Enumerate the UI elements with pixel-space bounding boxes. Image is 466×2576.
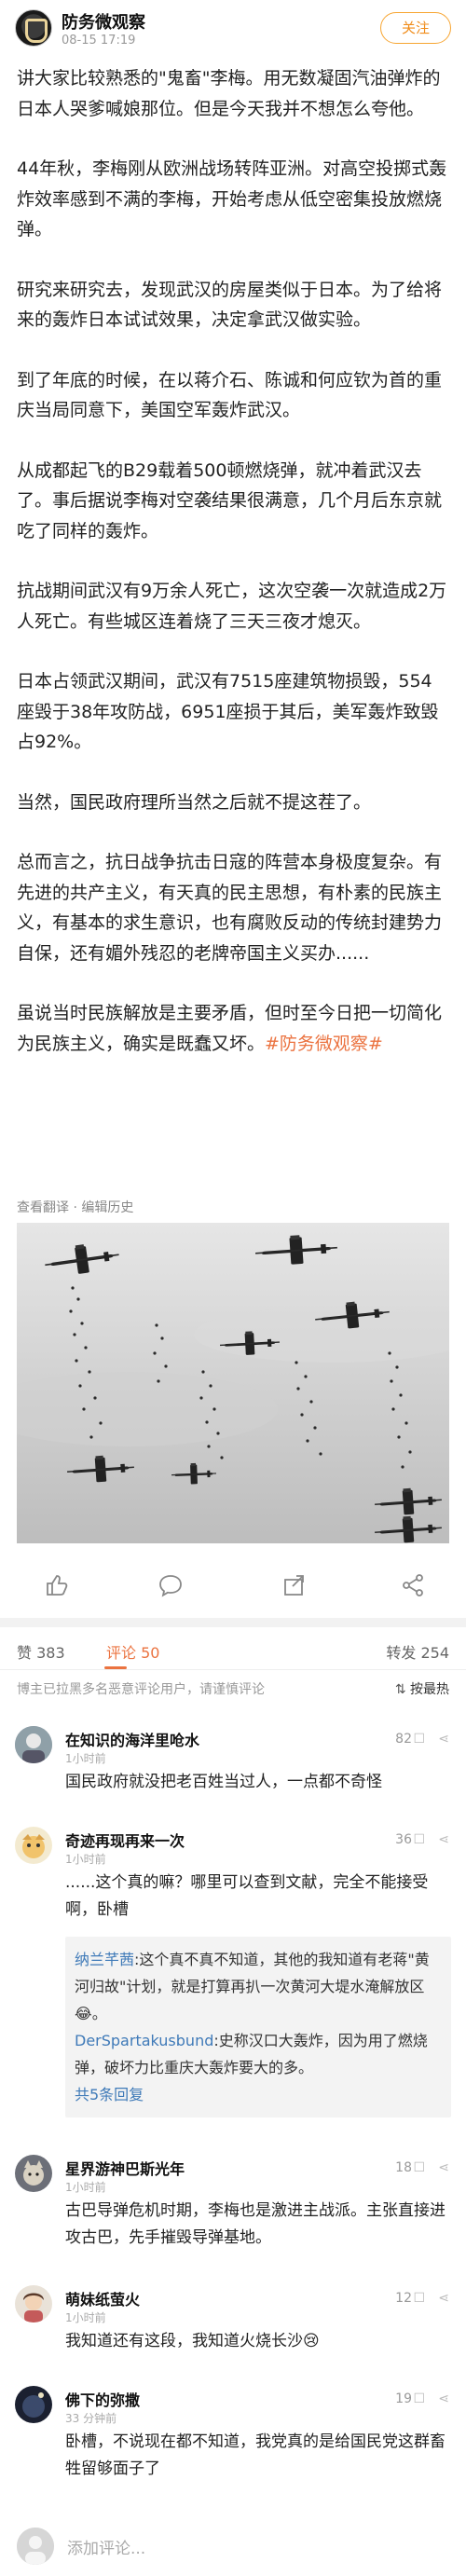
post-photo[interactable] bbox=[17, 1223, 449, 1543]
comment-like-count[interactable]: 19 bbox=[395, 2391, 412, 2406]
comment-like-icon[interactable]: ☐ bbox=[413, 2391, 425, 2406]
reply-box[interactable]: 纳兰芊茜:这个真不真不知道，其他的我知道有老蒋"黄河归故"计划，就是打算再扒一次… bbox=[65, 1937, 451, 2117]
comment-time: 1小时前 bbox=[65, 2311, 106, 2324]
comment-icon[interactable] bbox=[157, 1571, 185, 1599]
comment-text: 国民政府就没把老百姓当过人，一点都不奇怪 bbox=[65, 1773, 382, 1791]
commenter-avatar[interactable] bbox=[15, 1726, 52, 1763]
comment-like-count[interactable]: 36 bbox=[395, 1832, 412, 1847]
author-avatar[interactable] bbox=[15, 9, 52, 47]
avatar-illustration bbox=[15, 2155, 52, 2192]
avatar-illustration bbox=[15, 1827, 52, 1864]
post-body: 讲大家比较熟悉的"鬼畜"李梅。用无数凝固汽油弹炸的日本人哭爹喊娘那位。但是今天我… bbox=[17, 63, 449, 1059]
share-icon[interactable] bbox=[399, 1571, 427, 1599]
commenter-avatar[interactable] bbox=[15, 2285, 52, 2323]
likes-count: 383 bbox=[36, 1644, 65, 1662]
reply-author[interactable]: DerSpartakusbund bbox=[75, 2032, 213, 2049]
comments-tab[interactable]: 评论 50 bbox=[106, 1640, 159, 1663]
comment-like-count[interactable]: 12 bbox=[395, 2291, 412, 2306]
post-time: 08-15 17:19 bbox=[62, 34, 136, 48]
post-paragraph: 总而言之，抗日战争抗击日寇的阵营本身极度复杂。有先进的共产主义，有天真的民主思想… bbox=[17, 852, 443, 964]
commenter-avatar[interactable] bbox=[15, 2155, 52, 2192]
hashtag-link[interactable]: #防务微观察# bbox=[265, 1034, 383, 1054]
comment-notice: 博主已拉黑多名恶意评论用户，请谨慎评论 bbox=[17, 1682, 265, 1697]
edit-history-link[interactable]: 编辑历史 bbox=[81, 1200, 133, 1215]
bombers-photo-illustration bbox=[17, 1223, 449, 1543]
avatar-illustration bbox=[15, 2386, 52, 2423]
comment-like-icon[interactable]: ☐ bbox=[413, 2160, 425, 2175]
commenter-name[interactable]: 在知识的海洋里呛水 bbox=[65, 1728, 199, 1750]
post-header: 防务微观察 08-15 17:19 关注 bbox=[0, 0, 466, 58]
comments-label: 评论 bbox=[106, 1644, 137, 1662]
sort-selector[interactable]: ⇅ 按最热 bbox=[395, 1679, 449, 1698]
comment-share-icon[interactable]: ⋖ bbox=[438, 2391, 449, 2406]
comment-like-icon[interactable]: ☐ bbox=[413, 1732, 425, 1747]
comment-input[interactable]: 添加评论... bbox=[67, 2535, 145, 2558]
post-meta-links: 查看翻译 · 编辑历史 bbox=[17, 1198, 133, 1216]
likes-tab[interactable]: 赞 383 bbox=[17, 1640, 65, 1663]
post-paragraph: 当然，国民政府理所当然之后就不提这茬了。 bbox=[17, 791, 372, 813]
avatar-illustration bbox=[15, 1726, 52, 1763]
meta-separator: · bbox=[69, 1200, 82, 1215]
comment-time: 1小时前 bbox=[65, 1752, 106, 1765]
commenter-name[interactable]: 奇迹再现再来一次 bbox=[65, 1829, 185, 1851]
more-replies-link[interactable]: 共5条回复 bbox=[75, 2081, 442, 2108]
commenter-avatar[interactable] bbox=[15, 1827, 52, 1864]
comment-share-icon[interactable]: ⋖ bbox=[438, 2291, 449, 2306]
comment-text: 我知道还有这段，我知道火烧长沙😢 bbox=[65, 2332, 320, 2350]
commenter-name[interactable]: 佛下的弥撒 bbox=[65, 2388, 140, 2410]
post-paragraph: 日本占领武汉期间，武汉有7515座建筑物损毁，554座毁于38年攻防战，6951… bbox=[17, 671, 439, 752]
comment-time: 1小时前 bbox=[65, 2181, 106, 2194]
sort-label: 按最热 bbox=[410, 1682, 449, 1697]
reply-author[interactable]: 纳兰芊茜 bbox=[75, 1951, 134, 1968]
post-paragraph: 到了年底的时候，在以蒋介石、陈诚和何应钦为首的重庆当局同意下，美国空军轰炸武汉。 bbox=[17, 369, 443, 421]
comment-share-icon[interactable]: ⋖ bbox=[438, 1832, 449, 1847]
post-paragraph: 从成都起飞的B29载着500顿燃烧弹，就冲着武汉去了。事后据说李梅对空袭结果很满… bbox=[17, 459, 443, 541]
translate-link[interactable]: 查看翻译 bbox=[17, 1200, 69, 1215]
reply-item: DerSpartakusbund:史称汉口大轰炸，因为用了燃烧弹，破坏力比重庆大… bbox=[75, 2027, 442, 2081]
comment-time: 1小时前 bbox=[65, 1853, 106, 1866]
comment-text: 古巴导弹危机时期，李梅也是激进主战派。主张直接进攻古巴，先手摧毁导弹基地。 bbox=[65, 2201, 445, 2247]
active-tab-indicator bbox=[104, 1666, 127, 1669]
commenter-name[interactable]: 星界游神巴斯光年 bbox=[65, 2157, 185, 2179]
avatar-illustration bbox=[15, 2285, 52, 2323]
avatar-illustration bbox=[17, 2528, 54, 2565]
post-paragraph-last: 虽说当时民族解放是主要矛盾，但时至今日把一切简化为民族主义，确实是既蠢又坏。#防… bbox=[17, 998, 449, 1059]
reply-item: 纳兰芊茜:这个真不真不知道，其他的我知道有老蒋"黄河归故"计划，就是打算再扒一次… bbox=[75, 1946, 442, 2027]
likes-label: 赞 bbox=[17, 1644, 33, 1662]
post-paragraph: 讲大家比较熟悉的"鬼畜"李梅。用无数凝固汽油弹炸的日本人哭爹喊娘那位。但是今天我… bbox=[17, 68, 441, 119]
comment-time: 33 分钟前 bbox=[65, 2412, 117, 2425]
comment-text: ......这个真的嘛？哪里可以查到文献，完全不能接受啊，卧槽 bbox=[65, 1873, 429, 1919]
sort-icon: ⇅ bbox=[394, 1682, 406, 1697]
reposts-count: 254 bbox=[420, 1644, 449, 1662]
commenter-name[interactable]: 萌妹纸萤火 bbox=[65, 2287, 140, 2309]
comment-share-icon[interactable]: ⋖ bbox=[438, 2160, 449, 2175]
comment-like-icon[interactable]: ☐ bbox=[413, 1832, 425, 1847]
like-icon[interactable] bbox=[43, 1571, 71, 1599]
commenter-avatar[interactable] bbox=[15, 2386, 52, 2423]
reposts-label: 转发 bbox=[386, 1644, 417, 1662]
post-action-bar bbox=[0, 1553, 466, 1618]
comment-like-icon[interactable]: ☐ bbox=[413, 2291, 425, 2306]
comment-like-count[interactable]: 82 bbox=[395, 1732, 412, 1747]
comments-count: 50 bbox=[141, 1644, 160, 1662]
comment-share-icon[interactable]: ⋖ bbox=[438, 1732, 449, 1747]
repost-icon[interactable] bbox=[280, 1571, 308, 1599]
comment-like-count[interactable]: 18 bbox=[395, 2160, 412, 2175]
post-paragraph: 研究来研究去，发现武汉的房屋类似于日本。为了给将来的轰炸日本试试效果，决定拿武汉… bbox=[17, 279, 443, 331]
post-paragraph: 抗战期间武汉有9万余人死亡，这次空袭一次就造成2万人死亡。有些城区连着烧了三天三… bbox=[17, 581, 447, 632]
author-name[interactable]: 防务微观察 bbox=[62, 9, 145, 34]
stats-tabs: 赞 383 评论 50 转发 254 bbox=[0, 1627, 466, 1670]
section-divider bbox=[0, 1618, 466, 1627]
post-paragraph: 44年秋，李梅刚从欧洲战场转阵亚洲。对高空投掷式轰炸效率感到不满的李梅，开始考虑… bbox=[17, 158, 447, 240]
comment-input-bar: 添加评论... bbox=[0, 2516, 466, 2576]
self-avatar bbox=[17, 2528, 54, 2565]
reposts-tab[interactable]: 转发 254 bbox=[386, 1640, 449, 1663]
follow-button[interactable]: 关注 bbox=[380, 12, 451, 44]
comment-text: 卧槽，不说现在都不知道，我党真的是给国民党这群畜牲留够面子了 bbox=[65, 2432, 445, 2478]
